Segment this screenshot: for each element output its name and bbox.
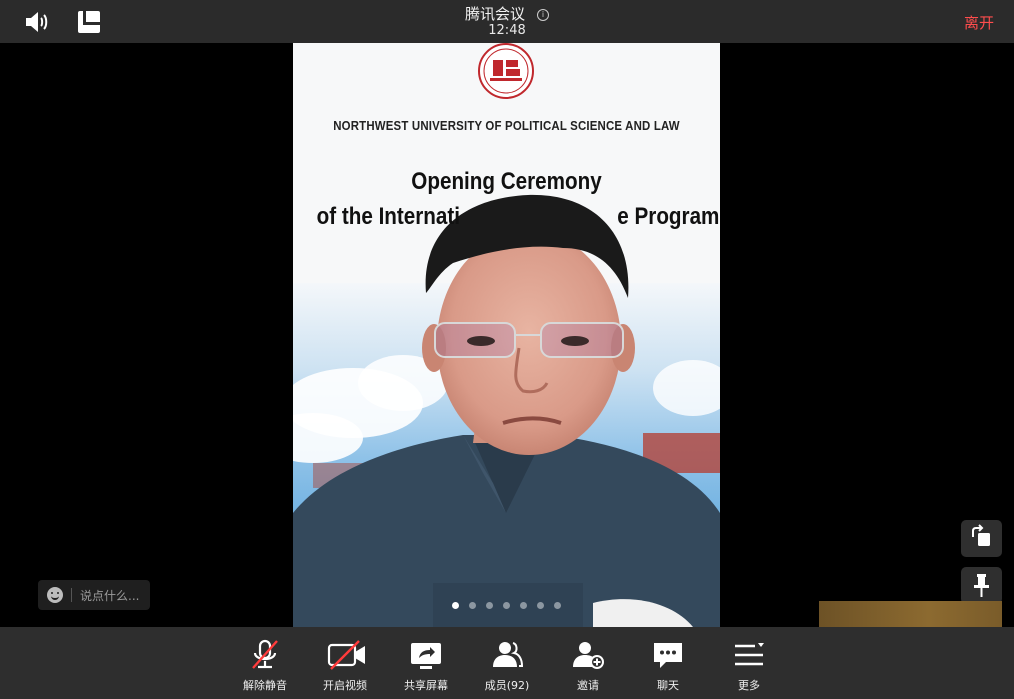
- unmute-button[interactable]: 解除静音: [225, 627, 305, 699]
- share-screen-icon: [411, 643, 441, 669]
- chat-input[interactable]: 说点什么...: [38, 580, 150, 610]
- rotate-button[interactable]: [961, 520, 1002, 557]
- info-icon[interactable]: i: [537, 9, 549, 21]
- pin-icon: [974, 574, 989, 597]
- pin-button[interactable]: [961, 567, 1002, 604]
- bottom-toolbar: 解除静音 开启视频 共享屏幕 成员(92) 邀请 聊天 更多: [0, 627, 1014, 699]
- invite-button[interactable]: 邀请: [548, 627, 628, 699]
- meeting-title: 腾讯会议 i: [0, 3, 1014, 24]
- page-dot[interactable]: [452, 602, 459, 609]
- page-dot[interactable]: [537, 602, 544, 609]
- chat-icon: [654, 643, 682, 668]
- page-dot[interactable]: [503, 602, 510, 609]
- more-menu-icon: [735, 643, 764, 666]
- camera-off-icon: [327, 640, 365, 670]
- slide-title-line1: Opening Ceremony: [411, 168, 602, 195]
- share-screen-button[interactable]: 共享屏幕: [386, 627, 466, 699]
- slide-title-line2: of the Internati: [316, 203, 461, 230]
- page-dot[interactable]: [520, 602, 527, 609]
- members-button[interactable]: 成员(92): [467, 627, 547, 699]
- university-logo-icon: [478, 43, 534, 99]
- more-button[interactable]: 更多: [709, 627, 789, 699]
- chat-placeholder: 说点什么...: [80, 588, 140, 603]
- leave-button[interactable]: 离开: [964, 12, 994, 33]
- emoji-icon[interactable]: [47, 587, 63, 603]
- chat-button[interactable]: 聊天: [628, 627, 708, 699]
- add-user-icon: [573, 642, 604, 669]
- start-video-button[interactable]: 开启视频: [305, 627, 385, 699]
- rotate-icon: [972, 524, 990, 546]
- page-dots[interactable]: [293, 602, 720, 609]
- page-dot[interactable]: [554, 602, 561, 609]
- members-icon: [493, 642, 524, 667]
- divider: [71, 588, 72, 602]
- page-dot[interactable]: [486, 602, 493, 609]
- meeting-time: 12:48: [488, 23, 526, 38]
- participant-thumbnail[interactable]: [819, 601, 1002, 627]
- slide-title-line2-end: e Program: [617, 203, 720, 230]
- page-dot[interactable]: [469, 602, 476, 609]
- top-bar: 腾讯会议 i 12:48 离开: [0, 0, 1014, 43]
- slide-organization: NORTHWEST UNIVERSITY OF POLITICAL SCIENC…: [333, 118, 680, 133]
- speaker-video: NORTHWEST UNIVERSITY OF POLITICAL SCIENC…: [293, 43, 720, 627]
- mic-muted-icon: [252, 639, 278, 669]
